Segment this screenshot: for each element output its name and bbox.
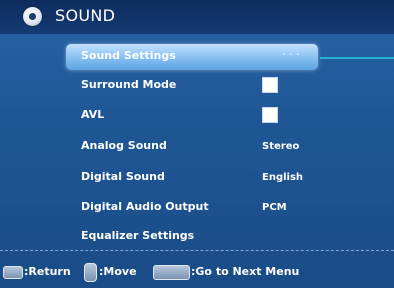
footer-return-label: :Return <box>24 265 71 278</box>
sound-menu-screen: SOUND Sound Settings . . . Surround Mode… <box>0 0 394 288</box>
digital-sound-value: English <box>262 172 304 183</box>
menu-item-digital-audio-output[interactable]: Digital Audio Output <box>81 200 209 213</box>
footer-move-label: :Move <box>99 265 137 278</box>
up-down-keys-icon <box>84 263 97 282</box>
footer-next-menu-label: :Go to Next Menu <box>191 265 300 278</box>
menu-header: SOUND <box>0 0 394 34</box>
menu-item-surround-mode[interactable]: Surround Mode <box>81 78 176 91</box>
avl-checkbox[interactable] <box>262 107 278 123</box>
menu-title: SOUND <box>55 6 116 25</box>
surround-mode-checkbox[interactable] <box>262 77 278 93</box>
menu-item-digital-sound[interactable]: Digital Sound <box>81 170 165 183</box>
footer-divider <box>0 250 394 251</box>
menu-item-equalizer-settings[interactable]: Equalizer Settings <box>81 229 194 242</box>
menu-key-icon <box>3 266 23 279</box>
menu-item-avl[interactable]: AVL <box>81 108 104 121</box>
menu-item-sound-settings[interactable]: Sound Settings <box>81 49 176 62</box>
footer-help-bar: :Return :Move :Go to Next Menu <box>0 258 394 288</box>
analog-sound-value: Stereo <box>262 141 300 152</box>
menu-item-analog-sound[interactable]: Analog Sound <box>81 139 167 152</box>
sound-settings-submenu-indicator: . . . <box>282 45 300 58</box>
speaker-disc-icon <box>23 7 42 26</box>
ok-right-key-icon <box>153 265 190 280</box>
digital-audio-output-value: PCM <box>262 202 287 213</box>
pointer-line <box>320 57 394 59</box>
